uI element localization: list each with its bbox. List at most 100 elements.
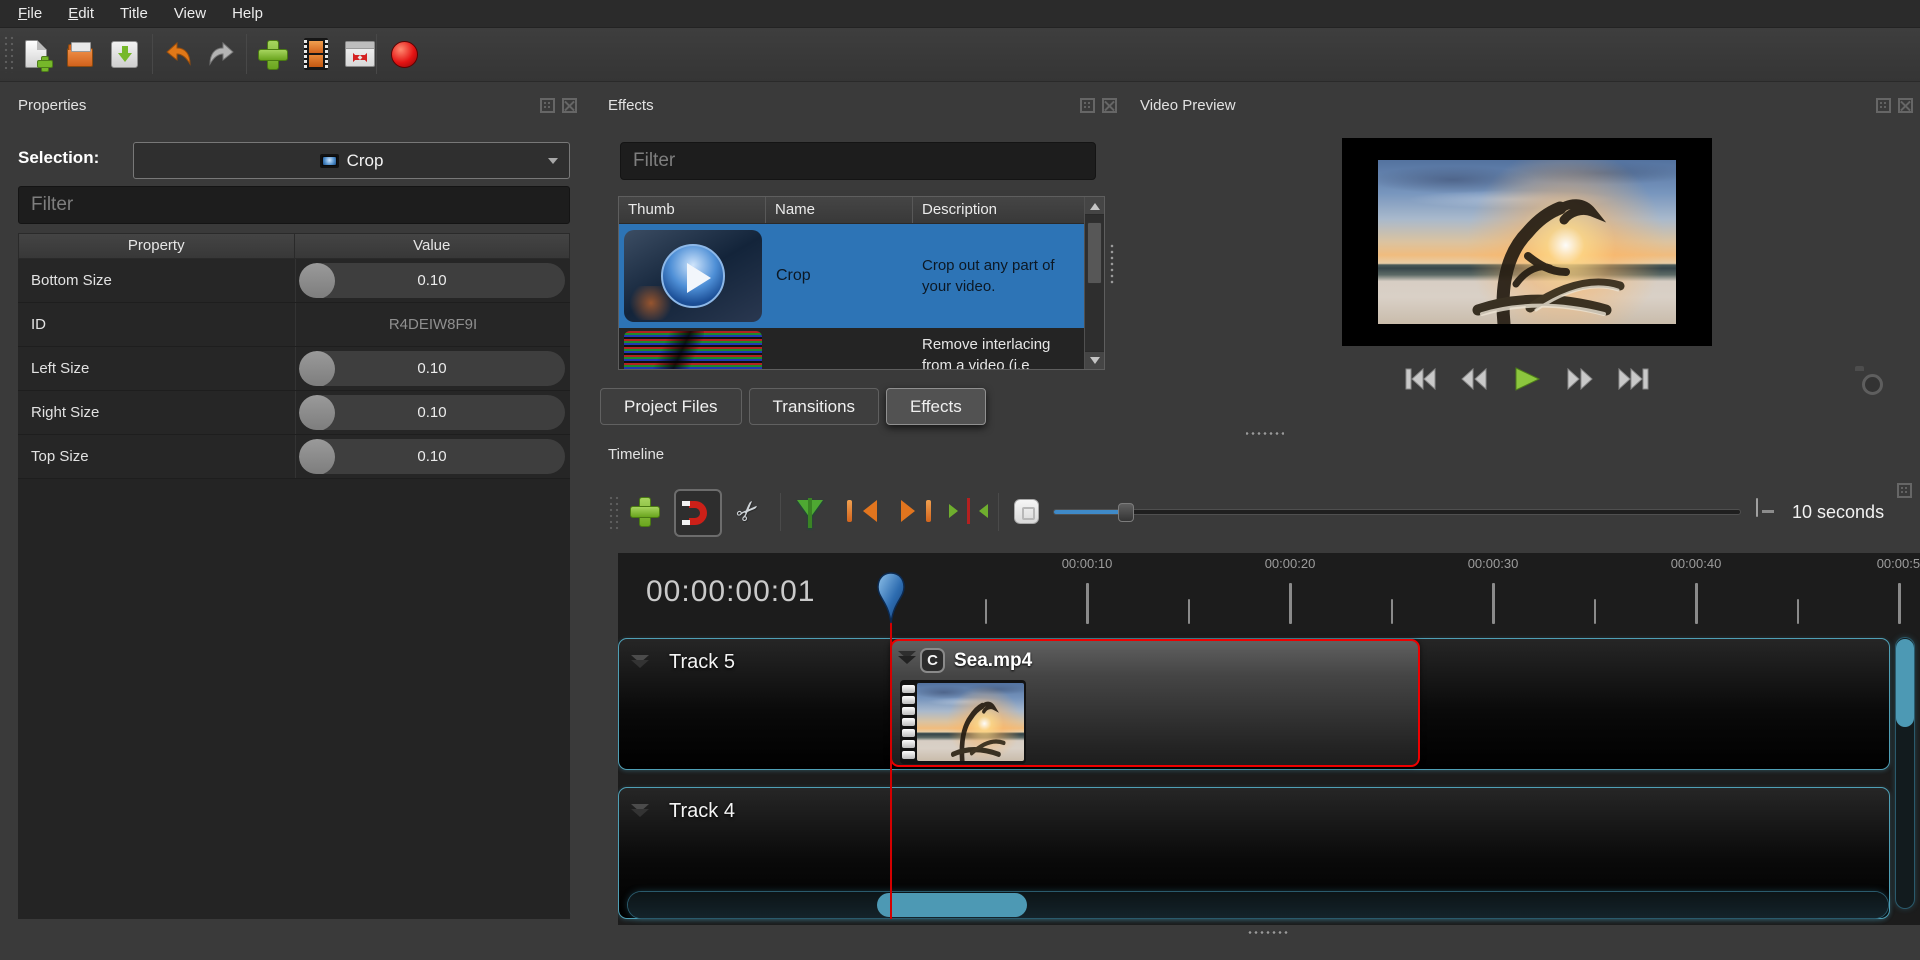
selection-dropdown[interactable]: Crop	[133, 142, 570, 179]
next-marker-button[interactable]	[894, 487, 938, 535]
video-preview-frame[interactable]	[1342, 138, 1712, 346]
effects-filter-input[interactable]	[620, 142, 1096, 180]
menu-view[interactable]: View	[174, 5, 206, 22]
crop-effect-icon	[320, 154, 339, 168]
table-row[interactable]: Top Size 0.10	[18, 435, 570, 479]
timeline-ruler[interactable]: 00:00:00:01 00:00:10 00:00:20 00:00:30 0…	[618, 553, 1920, 633]
panel-tabs: Project Files Transitions Effects	[600, 388, 986, 425]
property-name: Left Size	[18, 347, 295, 390]
table-row[interactable]: Right Size 0.10	[18, 391, 570, 435]
center-playhead-button[interactable]	[946, 487, 990, 535]
track-chevron-icon[interactable]	[631, 655, 649, 669]
menu-title[interactable]: Title	[120, 5, 148, 22]
float-panel-icon[interactable]	[540, 98, 555, 113]
track-chevron-icon[interactable]	[631, 804, 649, 818]
clip-effect-badge[interactable]: C	[920, 648, 945, 673]
effect-row-crop[interactable]: Crop Crop out any part of your video.	[619, 224, 1084, 328]
float-panel-icon[interactable]	[1876, 98, 1891, 113]
timeline-vertical-scrollbar[interactable]	[1896, 638, 1914, 908]
value-slider[interactable]: 0.10	[299, 351, 565, 386]
fullscreen-icon	[345, 41, 375, 67]
menu-edit[interactable]: Edit	[68, 5, 94, 22]
scroll-up-button[interactable]	[1085, 197, 1104, 215]
menu-file[interactable]: File	[18, 5, 42, 22]
float-panel-icon[interactable]	[1080, 98, 1095, 113]
center-playhead-icon	[949, 498, 988, 524]
menu-help[interactable]: Help	[232, 5, 263, 22]
razor-tool-button[interactable]: ✂	[726, 487, 770, 535]
previous-marker-button[interactable]	[840, 487, 884, 535]
effects-table: Thumb Name Description Crop Crop out any…	[618, 196, 1105, 370]
choose-profile-button[interactable]	[296, 32, 336, 76]
properties-filter-input[interactable]	[18, 186, 570, 224]
export-video-button[interactable]	[384, 32, 424, 76]
playhead-line[interactable]	[890, 617, 892, 919]
jump-end-button[interactable]	[1616, 366, 1650, 392]
rewind-button[interactable]	[1457, 366, 1491, 392]
driftwood-silhouette	[1378, 160, 1676, 324]
ruler-tick	[985, 599, 987, 624]
column-thumb[interactable]: Thumb	[619, 197, 766, 223]
table-row[interactable]: Bottom Size 0.10	[18, 259, 570, 303]
value-text: R4DEIW8F9I	[389, 316, 477, 333]
snapping-toggle-button[interactable]	[674, 489, 722, 537]
fast-forward-button[interactable]	[1563, 366, 1597, 392]
table-row[interactable]: Left Size 0.10	[18, 347, 570, 391]
value-slider[interactable]: 0.10	[299, 395, 565, 430]
ruler-label: 00:00:30	[1468, 556, 1519, 571]
tab-effects[interactable]: Effects	[886, 388, 986, 425]
value-slider[interactable]: 0.10	[299, 263, 565, 298]
clip-name: Sea.mp4	[954, 650, 1032, 672]
import-files-button[interactable]	[252, 32, 292, 76]
close-panel-icon[interactable]	[1102, 98, 1117, 113]
open-project-button[interactable]	[60, 32, 100, 76]
add-marker-button[interactable]	[788, 487, 832, 535]
timeline-toolbar-grip[interactable]	[608, 495, 620, 533]
column-name[interactable]: Name	[766, 197, 913, 223]
new-project-button[interactable]	[16, 32, 56, 76]
toolbar-grip[interactable]	[3, 35, 15, 73]
track-5[interactable]: Track 5 C Sea.mp4	[618, 638, 1890, 770]
horizontal-scrollbar-thumb[interactable]	[877, 893, 1027, 917]
scroll-down-button[interactable]	[1085, 351, 1104, 369]
add-track-button[interactable]	[622, 487, 666, 535]
value-slider[interactable]: 0.10	[299, 439, 565, 474]
toolbar-separator	[246, 34, 247, 74]
zoom-fit-button[interactable]	[1004, 487, 1048, 535]
undo-button[interactable]	[158, 32, 198, 76]
redo-button[interactable]	[202, 32, 242, 76]
zoom-slider-handle[interactable]	[1118, 503, 1134, 522]
vertical-scrollbar-thumb[interactable]	[1896, 639, 1914, 727]
column-description[interactable]: Description	[913, 197, 1084, 223]
playhead-marker[interactable]	[876, 571, 906, 625]
tab-project-files[interactable]: Project Files	[600, 388, 742, 425]
tab-transitions[interactable]: Transitions	[749, 388, 880, 425]
redo-icon	[206, 39, 238, 69]
save-project-button[interactable]	[104, 32, 144, 76]
properties-panel-title: Properties	[18, 97, 86, 114]
clip-sea-mp4[interactable]: C Sea.mp4	[890, 639, 1420, 767]
scrollbar-thumb[interactable]	[1087, 222, 1102, 284]
column-property[interactable]: Property	[19, 234, 295, 258]
table-row[interactable]: ID R4DEIW8F9I	[18, 303, 570, 347]
effect-row-deinterlace[interactable]: Remove interlacing from a video (i.e	[619, 328, 1084, 369]
timeline-zoom-slider[interactable]	[1053, 509, 1741, 515]
close-panel-icon[interactable]	[562, 98, 577, 113]
column-value[interactable]: Value	[295, 234, 570, 258]
play-button[interactable]	[1510, 366, 1544, 392]
horizontal-splitter-grip[interactable]	[1246, 929, 1290, 936]
timeline-body: 00:00:00:01 00:00:10 00:00:20 00:00:30 0…	[618, 553, 1920, 925]
zoom-scale-button[interactable]	[1756, 499, 1758, 517]
timeline-horizontal-scrollbar[interactable]	[628, 892, 1888, 918]
effects-scrollbar[interactable]	[1084, 197, 1104, 369]
clip-chevron-icon[interactable]	[898, 651, 916, 665]
triangle-up-icon	[1090, 198, 1100, 210]
vertical-splitter-grip[interactable]	[1109, 243, 1116, 285]
selection-label: Selection:	[18, 148, 99, 168]
close-panel-icon[interactable]	[1898, 98, 1913, 113]
rewind-icon	[1460, 368, 1488, 390]
toolbar-separator	[998, 493, 999, 531]
jump-start-button[interactable]	[1404, 366, 1438, 392]
fullscreen-button[interactable]	[340, 32, 380, 76]
horizontal-splitter-grip[interactable]	[1246, 430, 1284, 437]
